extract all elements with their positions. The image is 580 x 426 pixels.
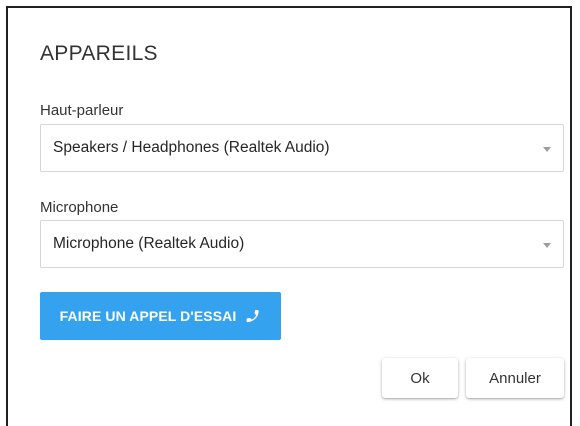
dialog-title: APPAREILS <box>40 42 158 65</box>
chevron-down-icon <box>543 147 551 152</box>
microphone-select-value: Microphone (Realtek Audio) <box>53 235 245 252</box>
phone-icon <box>245 308 261 324</box>
speaker-select[interactable]: Speakers / Headphones (Realtek Audio) <box>40 124 564 172</box>
test-call-label: FAIRE UN APPEL D'ESSAI <box>59 308 237 324</box>
cancel-button[interactable]: Annuler <box>466 358 564 398</box>
ok-button[interactable]: Ok <box>382 358 458 398</box>
devices-dialog: APPAREILS Haut-parleur Speakers / Headph… <box>6 6 572 426</box>
microphone-label: Microphone <box>40 199 119 216</box>
test-call-button[interactable]: FAIRE UN APPEL D'ESSAI <box>40 292 281 340</box>
speaker-select-value: Speakers / Headphones (Realtek Audio) <box>53 139 330 156</box>
microphone-select[interactable]: Microphone (Realtek Audio) <box>40 220 564 268</box>
speaker-label: Haut-parleur <box>40 102 124 119</box>
chevron-down-icon <box>543 243 551 248</box>
